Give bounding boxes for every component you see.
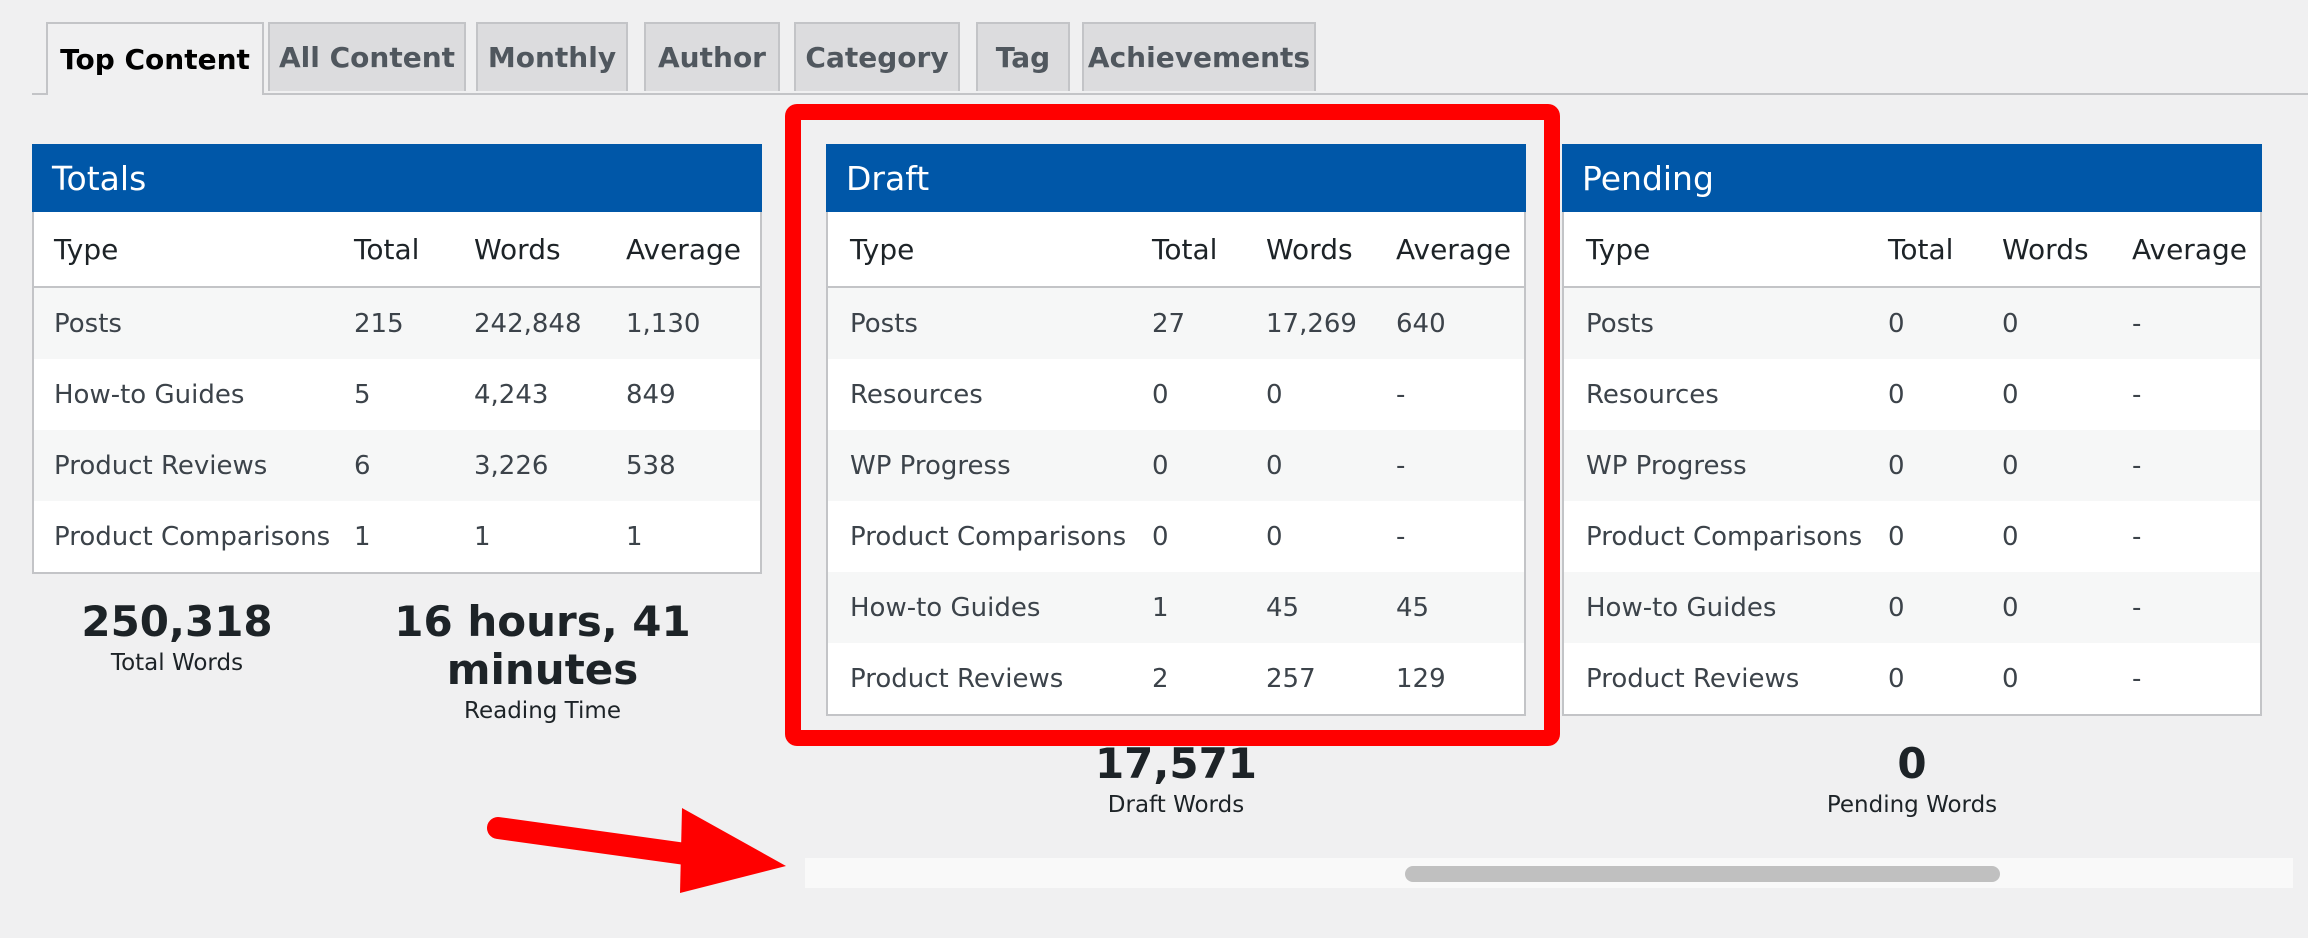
red-arrow-icon — [487, 808, 786, 893]
